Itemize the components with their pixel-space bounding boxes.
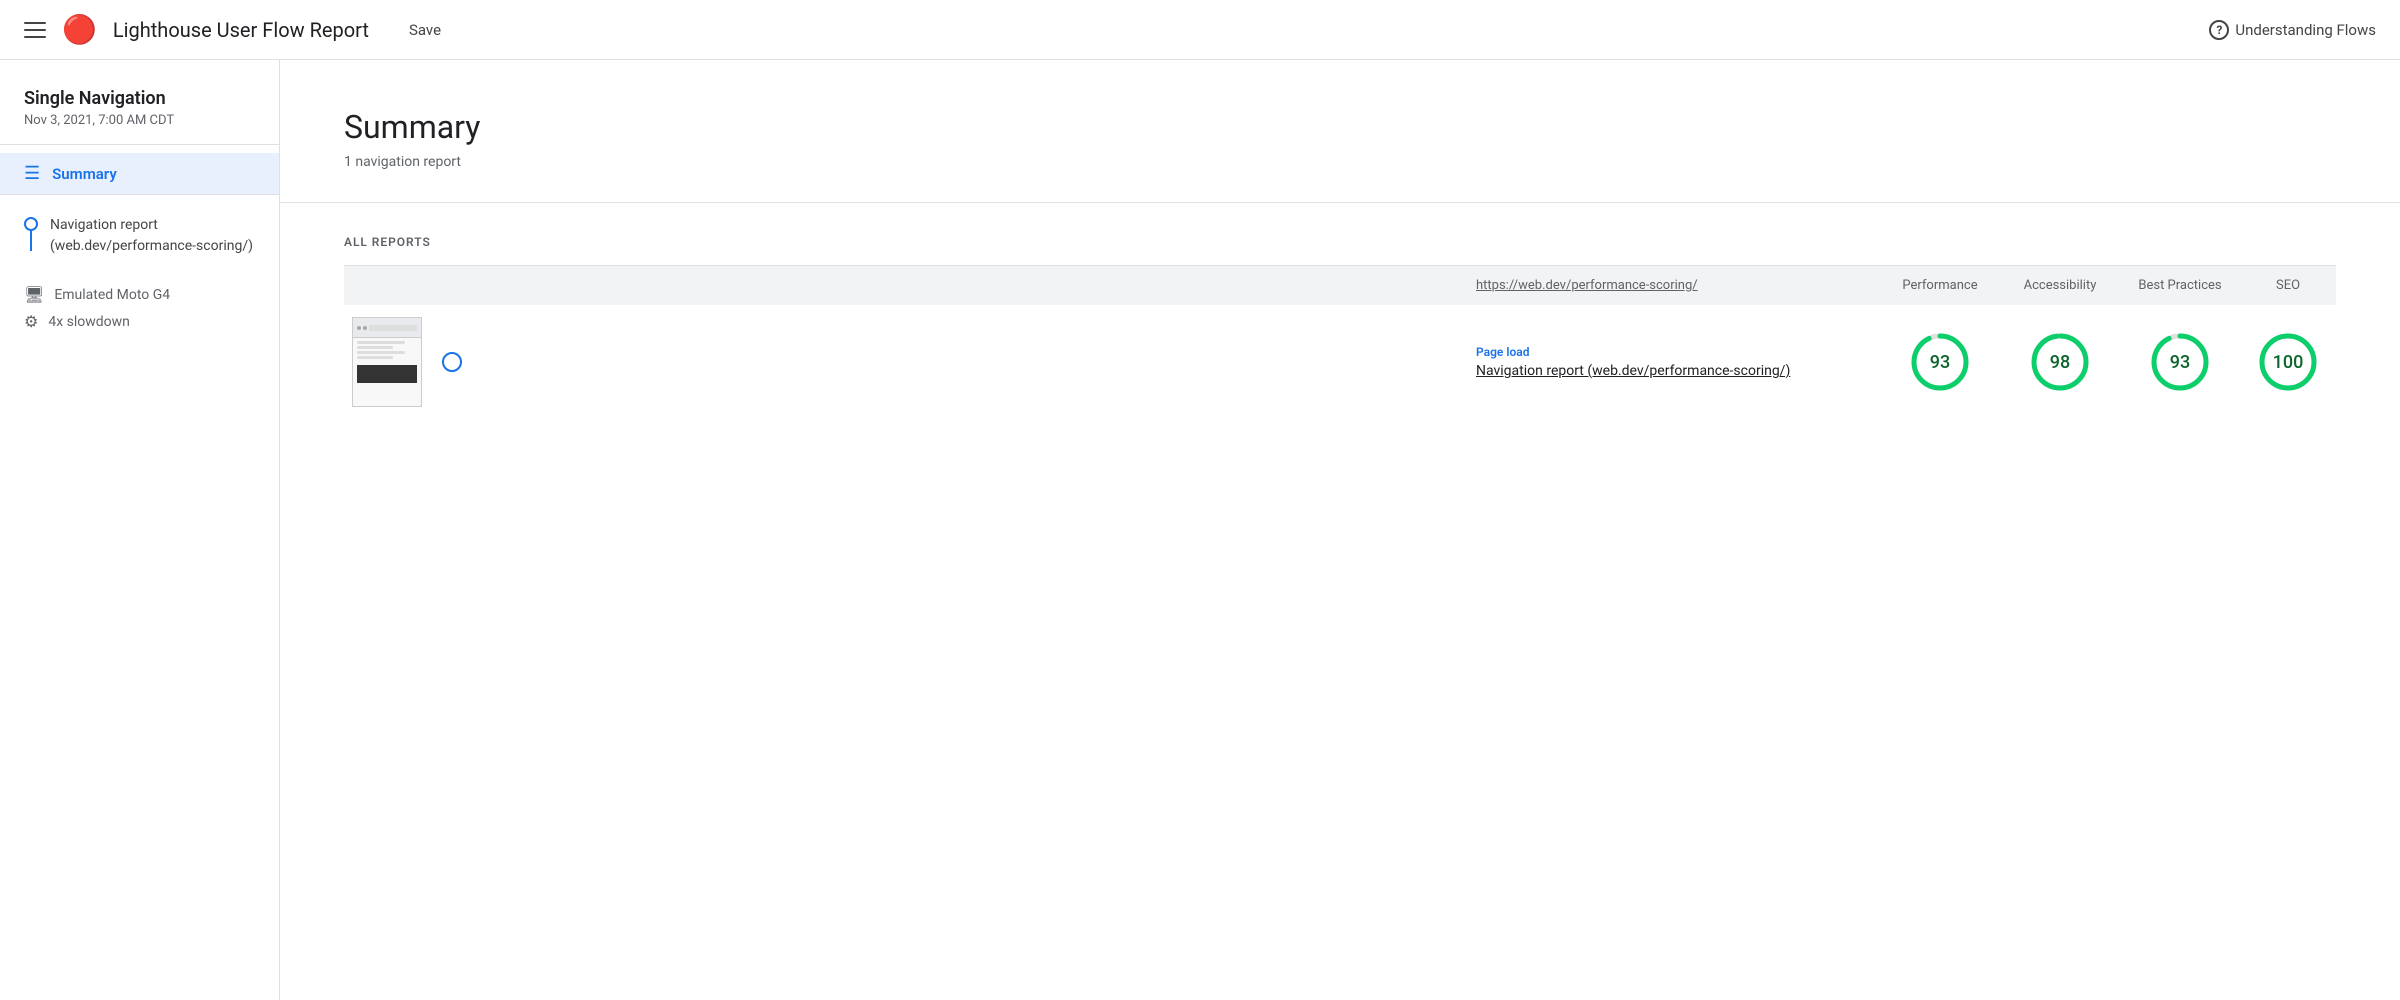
understanding-flows-link[interactable]: ? Understanding Flows: [2209, 20, 2376, 40]
slowdown-item: ⚙ 4x slowdown: [24, 312, 255, 331]
summary-subtitle: 1 navigation report: [344, 154, 2336, 170]
accessibility-score-value: 98: [2050, 352, 2070, 373]
sidebar-nav-item[interactable]: Navigation report (web.dev/performance-s…: [0, 203, 279, 269]
th-best-practices: Best Practices: [2120, 266, 2240, 305]
summary-title: Summary: [344, 108, 2336, 146]
performance-score-value: 93: [1930, 352, 1950, 373]
accessibility-score-cell: 98: [2000, 305, 2120, 419]
nav-item-title: Navigation report: [50, 215, 253, 236]
th-seo: SEO: [2240, 266, 2336, 305]
sidebar-nav-text: Navigation report (web.dev/performance-s…: [50, 215, 253, 257]
table-header-row: https://web.dev/performance-scoring/ Per…: [344, 266, 2336, 305]
app-title: Lighthouse User Flow Report: [113, 18, 369, 42]
thumbnail-cell: [344, 305, 434, 419]
all-reports-label: ALL REPORTS: [344, 235, 2336, 249]
slowdown-label: 4x slowdown: [48, 314, 130, 330]
monitor-icon: 🖥: [24, 285, 44, 304]
device-label: Emulated Moto G4: [54, 287, 170, 303]
menu-button[interactable]: [24, 22, 46, 38]
sidebar-date: Nov 3, 2021, 7:00 AM CDT: [0, 113, 279, 144]
sidebar-devices: 🖥 Emulated Moto G4 ⚙ 4x slowdown: [0, 269, 279, 347]
sidebar-section-title: Single Navigation: [0, 80, 279, 113]
table-row: Page load Navigation report (web.dev/per…: [344, 305, 2336, 419]
accessibility-score-circle: 98: [2028, 330, 2092, 394]
sidebar: Single Navigation Nov 3, 2021, 7:00 AM C…: [0, 60, 280, 1000]
radio-cell[interactable]: [434, 305, 470, 419]
report-link[interactable]: Navigation report (web.dev/performance-s…: [1476, 363, 1864, 379]
report-link-cell: Page load Navigation report (web.dev/per…: [1460, 305, 1880, 419]
app-header: 🔴 Lighthouse User Flow Report Save ? Und…: [0, 0, 2400, 60]
best-practices-score-circle: 93: [2148, 330, 2212, 394]
seo-score-value: 100: [2273, 352, 2304, 373]
performance-score-cell: 93: [1880, 305, 2000, 419]
performance-score-circle: 93: [1908, 330, 1972, 394]
radio-button[interactable]: [442, 352, 462, 372]
sidebar-nav-icon-col: [24, 215, 38, 251]
sidebar-summary-item[interactable]: ☰ Summary: [0, 153, 279, 194]
summary-header: Summary 1 navigation report: [280, 60, 2400, 203]
seo-score-circle: 100: [2256, 330, 2320, 394]
device-item: 🖥 Emulated Moto G4: [24, 285, 255, 304]
th-empty-thumb: [344, 266, 1460, 305]
th-accessibility: Accessibility: [2000, 266, 2120, 305]
sidebar-divider-1: [0, 144, 279, 145]
best-practices-score-cell: 93: [2120, 305, 2240, 419]
pin-line: [30, 231, 32, 251]
report-type-label: Page load: [1476, 345, 1864, 359]
lighthouse-logo: 🔴: [62, 13, 97, 46]
save-button[interactable]: Save: [409, 21, 441, 39]
main-layout: Single Navigation Nov 3, 2021, 7:00 AM C…: [0, 60, 2400, 1000]
main-content: Summary 1 navigation report ALL REPORTS …: [280, 60, 2400, 1000]
nav-item-url: (web.dev/performance-scoring/): [50, 236, 253, 257]
reports-section: ALL REPORTS https://web.dev/performance-…: [280, 203, 2400, 451]
pin-icon: [24, 217, 38, 231]
page-thumbnail: [352, 317, 422, 407]
th-performance: Performance: [1880, 266, 2000, 305]
sidebar-summary-label: Summary: [52, 165, 117, 183]
seo-score-cell: 100: [2240, 305, 2336, 419]
understanding-flows-label: Understanding Flows: [2235, 21, 2376, 39]
sidebar-divider-2: [0, 194, 279, 195]
report-type-cell: [470, 305, 1460, 419]
th-url: https://web.dev/performance-scoring/: [1460, 266, 1880, 305]
reports-table: https://web.dev/performance-scoring/ Per…: [344, 266, 2336, 419]
best-practices-score-value: 93: [2170, 352, 2190, 373]
list-icon: ☰: [24, 163, 40, 184]
help-icon: ?: [2209, 20, 2229, 40]
th-url-text: https://web.dev/performance-scoring/: [1476, 278, 1698, 293]
cpu-icon: ⚙: [24, 312, 38, 331]
